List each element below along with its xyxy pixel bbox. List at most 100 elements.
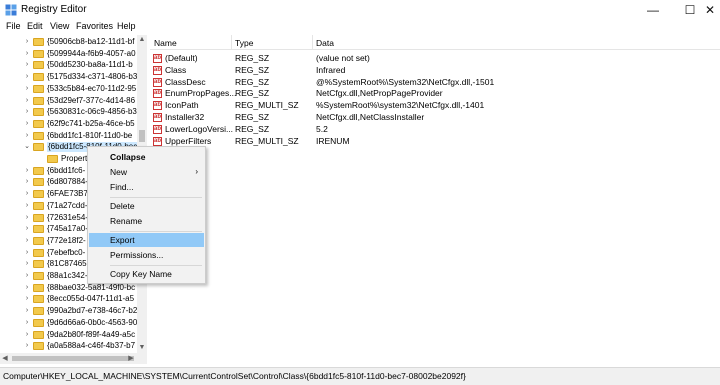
tree-item-label: {72631e54- [47, 212, 88, 222]
folder-icon [33, 119, 44, 128]
tree-item-label: {5630831c-06c9-4856-b3 [47, 107, 137, 117]
menu-help[interactable]: Help [117, 21, 136, 31]
menu-item-collapse[interactable]: Collapse [89, 150, 204, 164]
expand-chevron-icon[interactable]: › [23, 84, 31, 94]
expand-chevron-icon[interactable]: › [23, 259, 31, 269]
menu-item-new[interactable]: New › [89, 165, 204, 179]
expand-chevron-icon[interactable]: › [23, 213, 31, 223]
tree-item-label: {50dd5230-ba8a-11d1-b [47, 60, 133, 70]
scroll-down-icon[interactable]: ▼ [137, 343, 147, 353]
value-row[interactable]: ab ClassDesc REG_SZ @%SystemRoot%\System32\… [150, 77, 720, 88]
column-divider[interactable] [231, 35, 232, 50]
expand-chevron-icon[interactable]: › [23, 294, 31, 304]
expand-chevron-icon[interactable]: › [23, 119, 31, 129]
expand-chevron-icon[interactable]: › [23, 201, 31, 211]
menu-file[interactable]: File [6, 21, 21, 31]
expand-chevron-icon[interactable]: › [23, 72, 31, 82]
tree-item-label: {990a2bd7-e738-46c7-b2 [47, 306, 138, 316]
expand-chevron-icon[interactable]: › [23, 60, 31, 70]
expand-chevron-icon[interactable]: › [23, 248, 31, 258]
scroll-left-icon[interactable]: ◀ [0, 353, 10, 364]
expand-chevron-icon[interactable]: › [23, 96, 31, 106]
tree-item[interactable]: › {9da2b80f-f89f-4a49-a5c [0, 330, 137, 340]
value-data: IRENUM [316, 135, 350, 146]
menu-view[interactable]: View [50, 21, 69, 31]
expand-chevron-icon[interactable]: › [23, 131, 31, 141]
folder-icon [33, 49, 44, 58]
submenu-arrow-icon: › [195, 167, 198, 176]
column-header-data[interactable]: Data [316, 38, 334, 48]
expand-chevron-icon[interactable]: › [23, 166, 31, 176]
value-name: ClassDesc [165, 76, 206, 87]
tree-item[interactable]: › {990a2bd7-e738-46c7-b2 [0, 306, 137, 316]
tree-item[interactable]: › {9d6d66a6-0b0c-4563-90 [0, 318, 137, 328]
scroll-up-icon[interactable]: ▲ [137, 35, 147, 45]
tree-item[interactable]: › {8ecc055d-047f-11d1-a5 [0, 294, 137, 304]
column-header-name[interactable]: Name [154, 38, 177, 48]
folder-icon [33, 166, 44, 175]
value-row[interactable]: ab Installer32 REG_SZ NetCfgx.dll,NetClassI… [150, 112, 720, 123]
tree-item[interactable]: › {a0a588a4-c46f-4b37-b7 [0, 341, 137, 351]
expand-chevron-icon[interactable]: › [23, 306, 31, 316]
expand-chevron-icon[interactable]: › [23, 107, 31, 117]
folder-icon [33, 283, 44, 292]
horizontal-scroll-thumb[interactable] [12, 356, 134, 361]
menu-edit[interactable]: Edit [27, 21, 43, 31]
tree-item-label: {81C87465- [47, 259, 90, 269]
menu-item-permissions[interactable]: Permissions... [89, 248, 204, 262]
expand-chevron-icon[interactable]: › [23, 330, 31, 340]
tree-item[interactable]: › {62f9c741-b25a-46ce-b5 [0, 119, 137, 129]
column-divider[interactable] [312, 35, 313, 50]
tree-item[interactable]: › {50dd5230-ba8a-11d1-b [0, 60, 137, 70]
menu-item-rename[interactable]: Rename [89, 214, 204, 228]
tree-item[interactable]: › {5175d334-c371-4806-b3 [0, 72, 137, 82]
expand-chevron-icon[interactable]: › [23, 236, 31, 246]
expand-chevron-icon[interactable]: › [23, 37, 31, 47]
value-row[interactable]: ab Class REG_SZ Infrared [150, 65, 720, 76]
tree-item[interactable]: › {533c5b84-ec70-11d2-95 [0, 84, 137, 94]
tree-item[interactable]: › {5099944a-f6b9-4057-a0 [0, 49, 137, 59]
tree-item[interactable]: › {88bae032-5a81-49f0-bc [0, 283, 137, 293]
value-row[interactable]: ab EnumPropPages... REG_SZ NetCfgx.dll,NetP… [150, 88, 720, 99]
tree-item[interactable]: › {50906cb8-ba12-11d1-bf [0, 37, 137, 47]
folder-icon [33, 272, 44, 280]
list-header: Name Type Data [150, 35, 720, 50]
scroll-thumb[interactable] [139, 130, 145, 142]
tree-item[interactable]: › {5630831c-06c9-4856-b3 [0, 107, 137, 117]
expand-chevron-icon[interactable]: › [23, 271, 31, 281]
menu-item-delete[interactable]: Delete [89, 199, 204, 213]
folder-icon [33, 201, 44, 210]
menu-separator [110, 197, 202, 198]
scroll-right-icon[interactable]: ▶ [126, 353, 136, 364]
expand-chevron-icon[interactable]: › [23, 341, 31, 351]
value-row[interactable]: ab IconPath REG_MULTI_SZ %SystemRoot%\syste… [150, 100, 720, 111]
expand-chevron-icon[interactable]: › [23, 318, 31, 328]
expand-chevron-icon[interactable]: › [23, 49, 31, 59]
expand-chevron-icon[interactable]: › [23, 283, 31, 293]
status-bar: Computer\HKEY_LOCAL_MACHINE\SYSTEM\Curre… [0, 367, 720, 385]
menu-item-export[interactable]: Export [89, 233, 204, 247]
maximize-button[interactable]: ☐ [680, 0, 700, 20]
expand-chevron-icon[interactable]: › [23, 224, 31, 234]
folder-icon [33, 307, 44, 316]
collapse-chevron-icon[interactable]: ⌄ [23, 142, 31, 152]
minimize-button[interactable]: — [633, 0, 673, 20]
value-name: Installer32 [165, 112, 205, 122]
tree-item[interactable]: › {53d29ef7-377c-4d14-86 [0, 96, 137, 106]
folder-icon [33, 248, 44, 257]
menu-favorites[interactable]: Favorites [76, 21, 113, 31]
value-row[interactable]: ab (Default) REG_SZ (value not set) [150, 53, 720, 64]
tree-horizontal-scrollbar[interactable]: ◀ ▶ [0, 353, 147, 364]
column-header-type[interactable]: Type [235, 38, 253, 48]
expand-chevron-icon[interactable]: › [23, 189, 31, 199]
value-row[interactable]: ab UpperFilters REG_MULTI_SZ IRENUM [150, 136, 720, 147]
value-row[interactable]: ab LowerLogoVersi... REG_SZ 5.2 [150, 124, 720, 135]
menu-item-find[interactable]: Find... [89, 180, 204, 194]
close-button[interactable]: ✕ [700, 0, 720, 20]
tree-item[interactable]: › {6bdd1fc1-810f-11d0-be [0, 131, 137, 141]
menu-item-copy-key-name[interactable]: Copy Key Name [89, 267, 204, 281]
expand-chevron-icon[interactable]: › [23, 177, 31, 187]
tree-item-label: {71a27cdd- [47, 200, 88, 210]
tree-item-label: {9d6d66a6-0b0c-4563-90 [47, 317, 138, 327]
value-type: REG_SZ [235, 76, 270, 87]
